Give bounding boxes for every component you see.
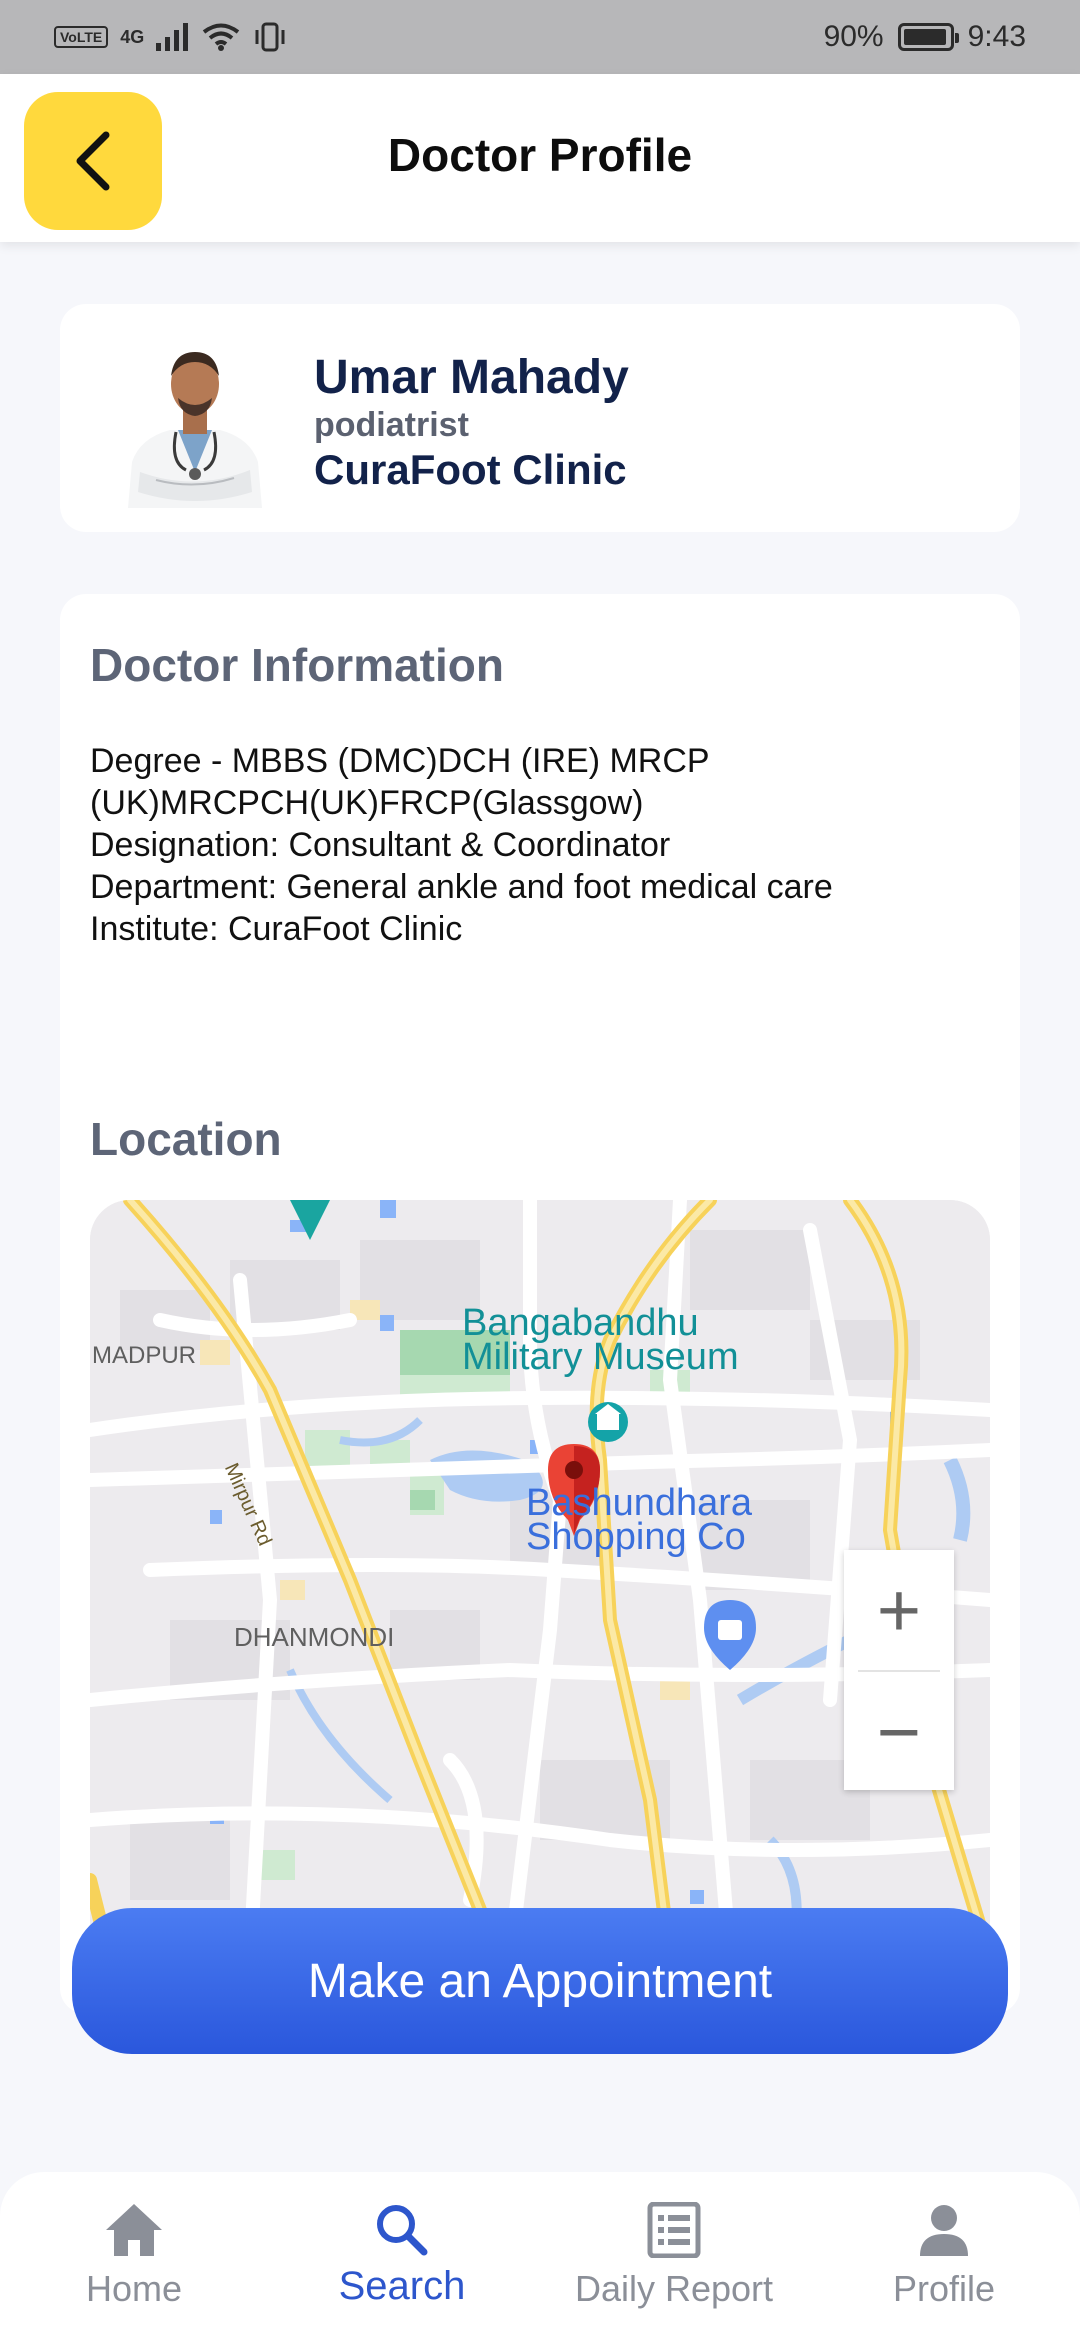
info-line-degree-cont: (UK)MRCPCH(UK)FRCP(Glassgow) <box>90 784 644 822</box>
doctor-information-body: Degree - MBBS (DMC)DCH (IRE) MRCP (UK)MR… <box>90 740 833 950</box>
map-label-mall-2[interactable]: Shopping Co <box>526 1516 746 1559</box>
map-label-madpur: MADPUR <box>92 1342 197 1369</box>
battery-percent: 90% <box>823 20 884 53</box>
info-line-degree: Degree - MBBS (DMC)DCH (IRE) MRCP <box>90 742 710 780</box>
doctor-info-card: Doctor Information Degree - MBBS (DMC)DC… <box>60 594 1020 2014</box>
clock: 9:43 <box>967 20 1026 53</box>
nav-label-search: Search <box>338 2264 466 2308</box>
location-title: Location <box>90 1113 282 1165</box>
nav-item-search[interactable]: Search <box>302 2202 502 2309</box>
doctor-information-title: Doctor Information <box>90 639 504 691</box>
profile-icon <box>920 2205 968 2256</box>
doctor-clinic: CuraFoot Clinic <box>314 446 627 493</box>
volte-indicator: VoLTE <box>54 26 109 48</box>
nav-item-daily-report[interactable]: Daily Report <box>574 2202 774 2310</box>
make-appointment-button[interactable]: Make an Appointment <box>72 1908 1008 2054</box>
doctor-name: Umar Mahady <box>314 351 629 404</box>
nav-item-profile[interactable]: Profile <box>844 2202 1044 2310</box>
vibrate-icon <box>255 22 285 52</box>
search-icon <box>377 2205 428 2256</box>
map-zoom-controls: + − <box>844 1550 954 1790</box>
location-map[interactable]: MADPUR Bangabandhu Military Museum Mirpu… <box>90 1200 990 1960</box>
network-type: 4G <box>120 26 145 47</box>
nav-label-home: Home <box>85 2268 183 2309</box>
wifi-icon <box>203 23 240 51</box>
zoom-out-button[interactable]: − <box>844 1672 954 1792</box>
page-title: Doctor Profile <box>387 129 693 181</box>
nav-item-home[interactable]: Home <box>34 2202 234 2310</box>
map-label-dhanmondi: DHANMONDI <box>234 1622 395 1652</box>
map-label-museum-2[interactable]: Military Museum <box>462 1336 739 1379</box>
nav-label-daily-report: Daily Report <box>574 2268 774 2309</box>
status-bar: VoLTE 4G 90% 9:43 <box>0 0 1080 74</box>
doctor-specialty: podiatrist <box>314 406 469 444</box>
nav-label-profile: Profile <box>892 2268 996 2309</box>
report-icon <box>647 2202 701 2258</box>
battery-icon <box>897 23 959 51</box>
home-icon <box>106 2204 162 2256</box>
doctor-card: Umar Mahady podiatrist CuraFoot Clinic <box>60 304 1020 532</box>
zoom-in-button[interactable]: + <box>844 1550 954 1670</box>
info-line-department: Department: General ankle and foot medic… <box>90 868 833 906</box>
status-left: VoLTE 4G <box>54 22 288 52</box>
info-line-designation: Designation: Consultant & Coordinator <box>90 826 671 864</box>
app-header: Doctor Profile <box>0 74 1080 242</box>
status-right: 90% 9:43 <box>824 20 1026 54</box>
info-line-institute: Institute: CuraFoot Clinic <box>90 910 463 948</box>
bottom-navigation: Home Search Daily Report Profile <box>0 2172 1080 2340</box>
signal-icon <box>156 23 189 51</box>
doctor-avatar <box>128 352 262 508</box>
